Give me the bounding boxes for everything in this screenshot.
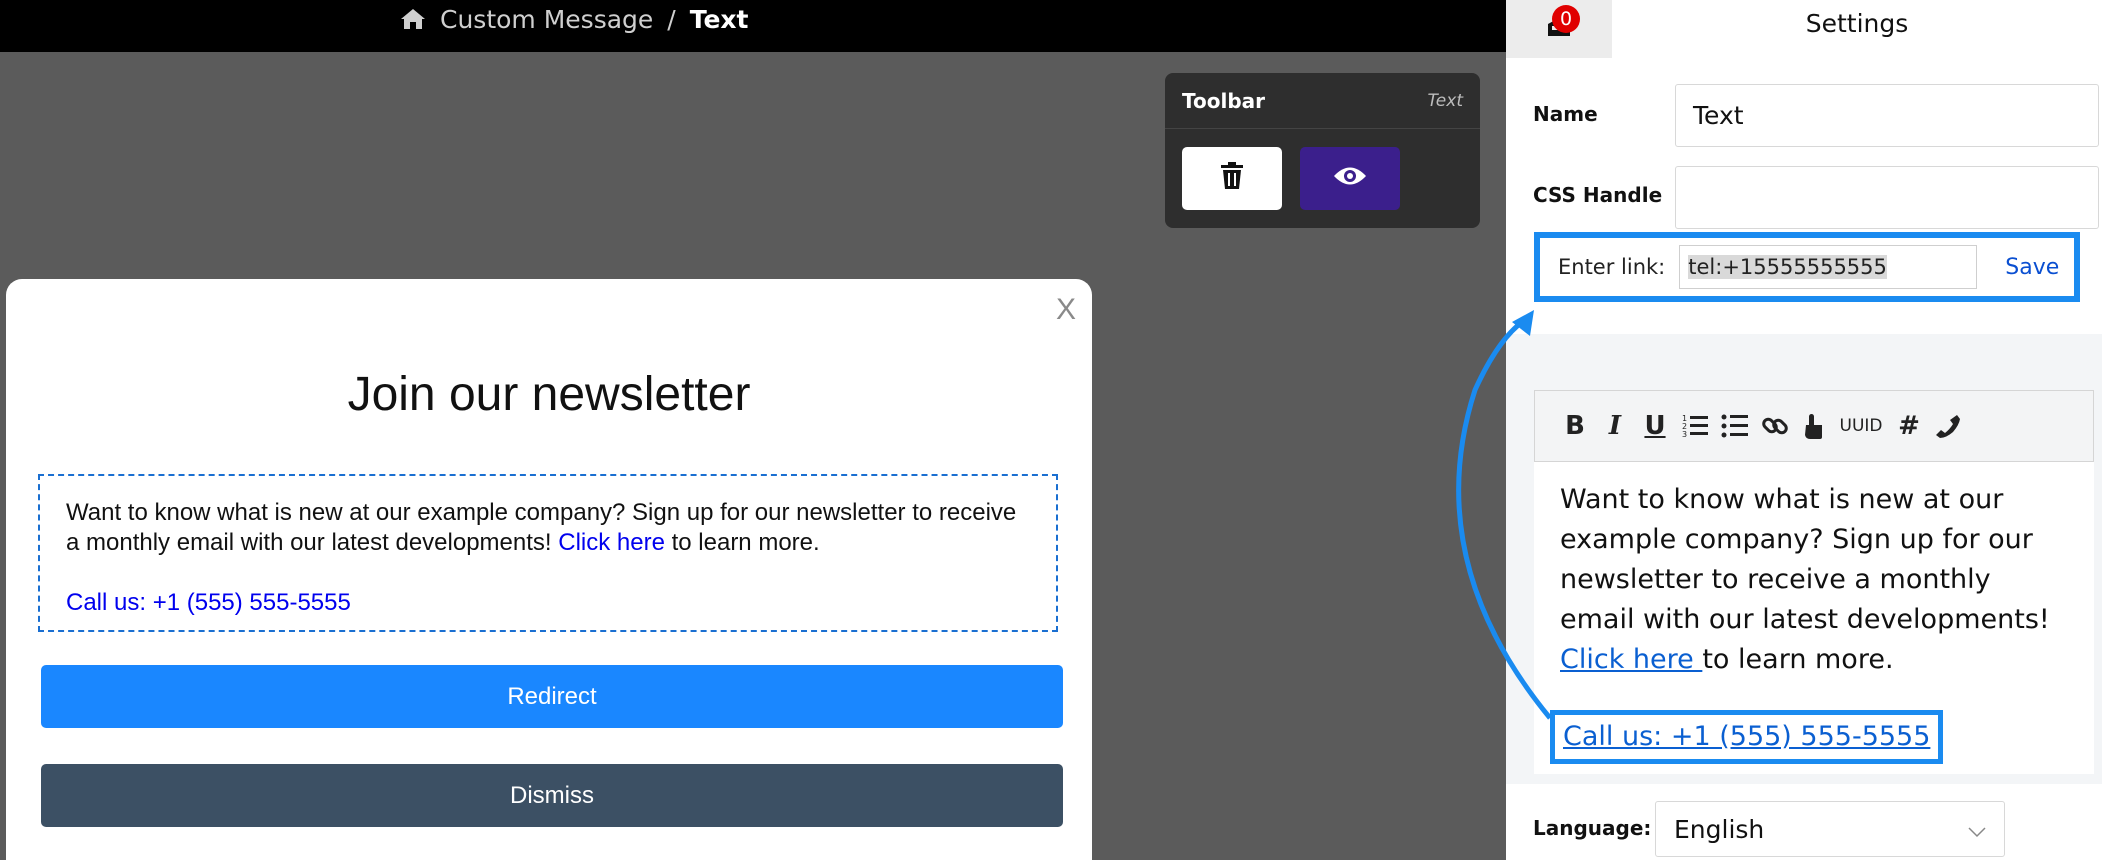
link-input[interactable]: tel:+15555555555 [1679, 245, 1978, 289]
editor-text-after: to learn more. [1702, 644, 1894, 675]
language-value: English [1674, 814, 1765, 844]
modal-text-before: Want to know what is new at our example … [66, 499, 1017, 556]
underline-button[interactable]: U [1641, 410, 1669, 442]
modal-close-button[interactable]: X [1056, 293, 1076, 327]
phone-icon[interactable] [1935, 410, 1961, 442]
settings-panel: 0 Settings Name Text CSS Handle Enter li… [1506, 0, 2102, 860]
breadcrumb-separator: / [667, 4, 676, 34]
home-icon[interactable] [400, 8, 426, 30]
link-icon[interactable] [1761, 410, 1789, 442]
modal-text-block[interactable]: Want to know what is new at our example … [38, 474, 1058, 632]
name-label: Name [1533, 102, 1598, 126]
editor-toolbar: B I U 123 UUID # [1534, 390, 2094, 462]
notifications-tab[interactable]: 0 [1506, 0, 1612, 58]
uuid-button[interactable]: UUID [1839, 410, 1883, 442]
modal-click-here-link[interactable]: Click here [558, 529, 665, 556]
breadcrumb-current: Text [689, 4, 749, 34]
toolbar-element-type: Text [1427, 90, 1463, 111]
svg-text:3: 3 [1682, 430, 1687, 439]
editor-click-here-link[interactable]: Click here [1560, 644, 1702, 675]
hand-pointer-icon[interactable] [1801, 410, 1827, 442]
modal-title: Join our newsletter [347, 368, 751, 421]
editor-content[interactable]: Want to know what is new at our example … [1534, 462, 2094, 774]
dismiss-button[interactable]: Dismiss [41, 764, 1063, 827]
breadcrumb-parent[interactable]: Custom Message [440, 5, 653, 34]
name-input[interactable]: Text [1675, 84, 2099, 147]
top-bar: Custom Message / Text [0, 0, 1506, 52]
modal-text-after: to learn more. [664, 529, 820, 556]
enter-link-label: Enter link: [1558, 255, 1666, 279]
editor-call-link[interactable]: Call us: +1 (555) 555-5555 [1563, 721, 1930, 752]
ordered-list-icon[interactable]: 123 [1681, 410, 1709, 442]
language-label: Language: [1533, 816, 1652, 840]
rich-text-editor: B I U 123 UUID # Want to know what is ne… [1506, 334, 2102, 784]
trash-icon [1220, 162, 1244, 195]
save-link-button[interactable]: Save [2005, 255, 2059, 280]
settings-title: Settings [1805, 8, 1909, 38]
selected-call-link[interactable]: Call us: +1 (555) 555-5555 [1550, 710, 1944, 764]
delete-button[interactable] [1182, 147, 1282, 210]
italic-button[interactable]: I [1601, 410, 1629, 442]
chevron-down-icon [1968, 815, 1986, 844]
language-select[interactable]: English [1655, 801, 2005, 857]
bold-button[interactable]: B [1561, 410, 1589, 442]
modal-call-link[interactable]: Call us: +1 (555) 555-5555 [66, 588, 1030, 618]
bullet-list-icon[interactable] [1721, 410, 1749, 442]
css-handle-label: CSS Handle [1533, 183, 1663, 207]
breadcrumb: Custom Message / Text [400, 0, 749, 38]
link-input-value: tel:+15555555555 [1688, 255, 1887, 279]
css-handle-input[interactable] [1675, 166, 2099, 229]
element-toolbar: Toolbar Text [1165, 73, 1480, 228]
enter-link-bar: Enter link: tel:+15555555555 Save [1534, 232, 2080, 302]
toolbar-header: Toolbar Text [1165, 73, 1480, 129]
toolbar-title: Toolbar [1182, 88, 1265, 113]
editor-text-before: Want to know what is new at our example … [1560, 484, 2050, 635]
hashtag-button[interactable]: # [1895, 410, 1923, 442]
eye-icon [1333, 165, 1367, 192]
notification-badge: 0 [1552, 5, 1580, 33]
redirect-button[interactable]: Redirect [41, 665, 1063, 728]
newsletter-modal: X Join our newsletter Want to know what … [6, 279, 1092, 860]
preview-button[interactable] [1300, 147, 1400, 210]
